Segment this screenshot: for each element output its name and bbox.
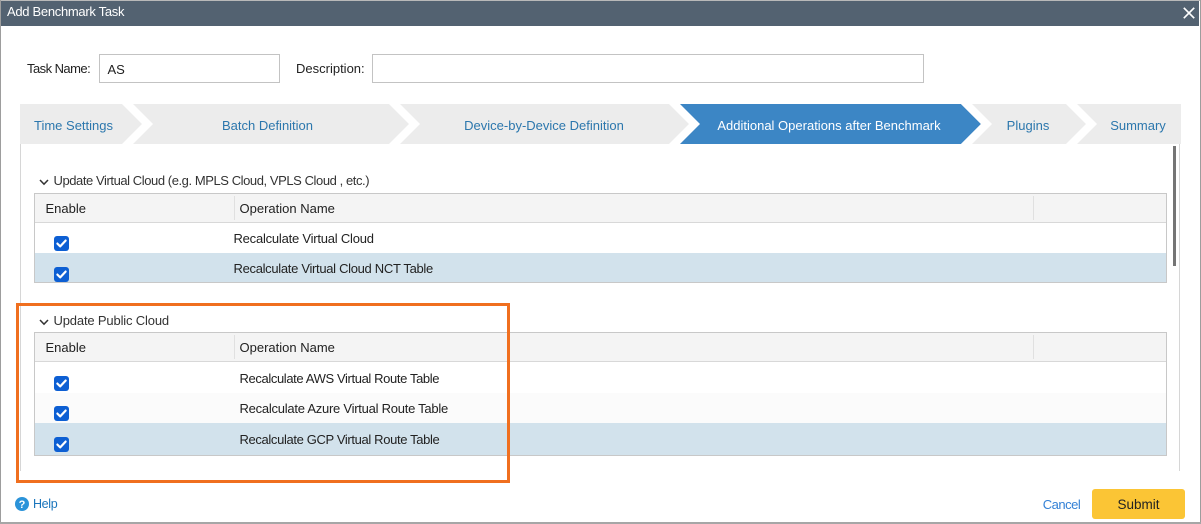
svg-text:?: ? (19, 499, 26, 511)
